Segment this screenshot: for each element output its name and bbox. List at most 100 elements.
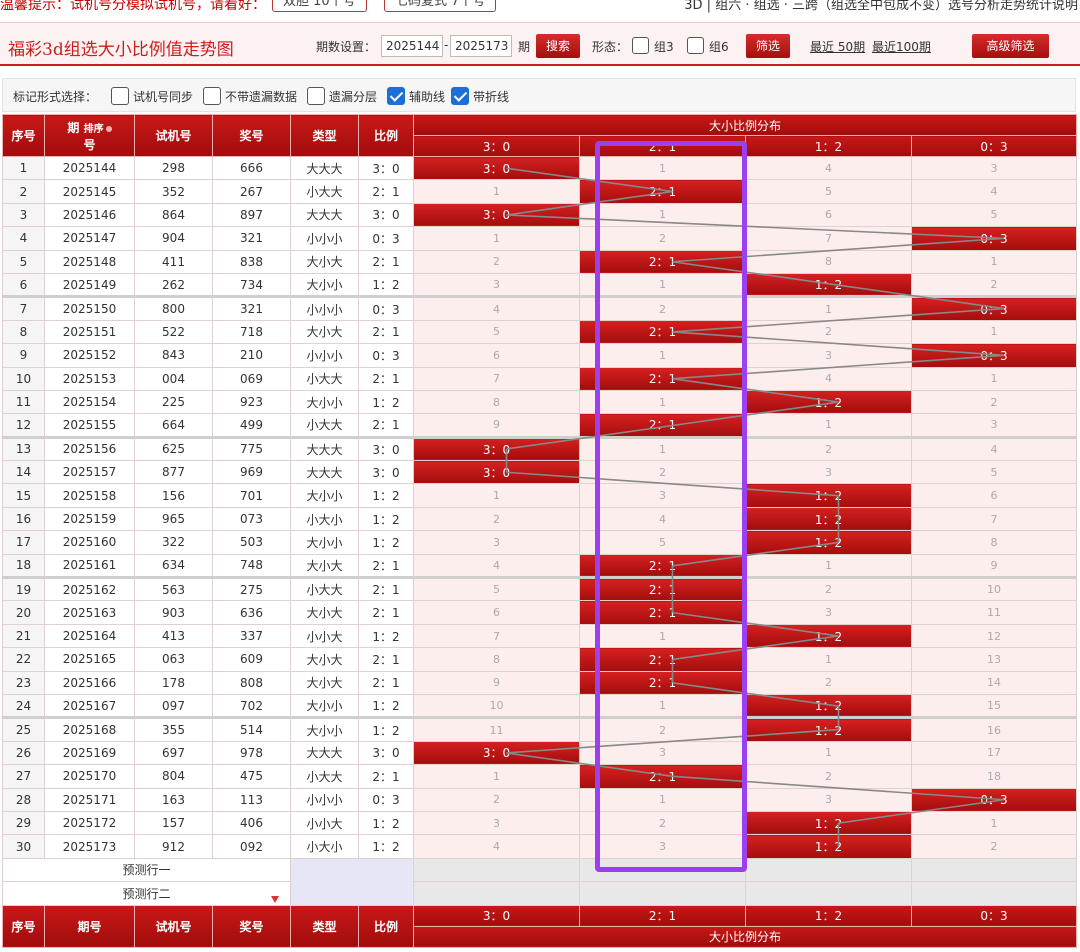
table-row: 8 2025151 522 718 大小大 2：1 5 2：1 2 1 xyxy=(2,319,1078,345)
row-trial-number: 697 xyxy=(134,740,213,766)
dist-omission-cell: 5 xyxy=(745,179,912,204)
dist-omission-cell: 1 xyxy=(910,810,1078,836)
option-omission-layer[interactable]: 遗漏分层 xyxy=(307,87,377,105)
dist-omission-cell: 4 xyxy=(413,834,580,859)
row-trial-number: 912 xyxy=(134,834,213,859)
table-row: 30 2025173 912 092 小大小 1：2 4 3 1：2 2 xyxy=(2,834,1078,859)
g3-checkbox[interactable] xyxy=(632,37,649,54)
row-trial-number: 664 xyxy=(134,413,213,438)
row-type: 小大大 xyxy=(290,179,359,204)
pred-cell[interactable] xyxy=(745,881,912,906)
col-header-period[interactable]: 期 排序号 xyxy=(44,114,135,157)
option-trial-sync[interactable]: 试机号同步 xyxy=(111,87,193,105)
table-row: 24 2025167 097 702 大小小 1：2 10 1 1：2 15 xyxy=(2,693,1078,719)
pred-cell[interactable] xyxy=(910,881,1078,906)
row-trial-number: 352 xyxy=(134,179,213,204)
pred-cell[interactable] xyxy=(910,857,1078,883)
row-index: 13 xyxy=(2,435,45,462)
row-period: 2025161 xyxy=(44,553,135,579)
dist-omission-cell: 1 xyxy=(579,389,746,415)
period-to-input[interactable]: 2025173 xyxy=(450,35,512,57)
seven-code-button[interactable]: 七码复式 7个号 xyxy=(384,0,497,12)
checkbox-checked-icon[interactable] xyxy=(451,87,469,105)
g6-checkbox[interactable] xyxy=(687,37,704,54)
row-ratio: 1：2 xyxy=(358,272,414,298)
dist-hit-cell: 2：1 xyxy=(579,413,746,438)
table-row: 20 2025163 903 636 大小大 2：1 6 2：1 3 11 xyxy=(2,600,1078,625)
row-index: 18 xyxy=(2,553,45,579)
recent-100-link[interactable]: 最近100期 xyxy=(872,38,931,55)
row-prize-number: 073 xyxy=(212,506,291,532)
row-trial-number: 262 xyxy=(134,272,213,298)
row-type: 大小大 xyxy=(290,647,359,672)
dist-omission-cell: 5 xyxy=(413,319,580,345)
dist-omission-cell: 3 xyxy=(413,272,580,298)
checkbox-icon[interactable] xyxy=(307,87,325,105)
dist-hit-cell: 1：2 xyxy=(745,716,912,742)
dist-hit-cell: 1：2 xyxy=(745,272,912,298)
row-prize-number: 514 xyxy=(212,716,291,742)
filter-button[interactable]: 筛选 xyxy=(746,34,790,58)
dist-hit-cell: 2：1 xyxy=(579,179,746,204)
prediction-row-1[interactable]: 预测行一 xyxy=(2,857,291,883)
pred-cell[interactable] xyxy=(413,857,580,883)
search-button[interactable]: 搜索 xyxy=(536,34,580,58)
footer-index: 序号 xyxy=(2,904,45,948)
row-period: 2025165 xyxy=(44,647,135,672)
top-strip: 温馨提示：试机号分模拟试机号，请看好： 双胆 10个号 七码复式 7个号 3D … xyxy=(0,0,1080,14)
pred-cell[interactable] xyxy=(745,857,912,883)
dist-omission-cell: 6 xyxy=(413,343,580,368)
row-prize-number: 503 xyxy=(212,530,291,555)
checkbox-checked-icon[interactable] xyxy=(387,87,405,105)
dist-hit-cell: 2：1 xyxy=(579,600,746,625)
table-row: 18 2025161 634 748 大小大 2：1 4 2：1 1 9 xyxy=(2,553,1078,579)
advanced-filter-button[interactable]: 高级筛选 xyxy=(972,34,1049,58)
row-trial-number: 804 xyxy=(134,764,213,789)
row-ratio: 2：1 xyxy=(358,576,414,602)
row-period: 2025168 xyxy=(44,716,135,742)
double-dan-button[interactable]: 双胆 10个号 xyxy=(272,0,367,12)
pred-cell[interactable] xyxy=(579,881,746,906)
dist-omission-cell: 2 xyxy=(579,810,746,836)
dist-hit-cell: 2：1 xyxy=(579,366,746,391)
dist-omission-cell: 13 xyxy=(910,647,1078,672)
row-period: 2025153 xyxy=(44,366,135,391)
row-index: 8 xyxy=(2,319,45,345)
top-right-links[interactable]: 3D | 组六 · 组选 · 三跨（组选全中包成不变）选号分析走势统计说明 xyxy=(684,0,1078,13)
trend-table: 序号 期 排序号 试机号 奖号 类型 比例 大小比例分布 3：0 2：1 1：2… xyxy=(2,114,1078,948)
option-aux-line[interactable]: 辅助线 xyxy=(387,87,445,105)
row-trial-number: 800 xyxy=(134,295,213,321)
checkbox-icon[interactable] xyxy=(203,87,221,105)
dist-omission-cell: 7 xyxy=(413,623,580,649)
pred-cell[interactable] xyxy=(579,857,746,883)
row-ratio: 2：1 xyxy=(358,670,414,695)
row-type: 小小小 xyxy=(290,295,359,321)
option-no-omission[interactable]: 不带遗漏数据 xyxy=(203,87,297,105)
row-trial-number: 097 xyxy=(134,693,213,719)
option-polyline[interactable]: 带折线 xyxy=(451,87,509,105)
pred-cell[interactable] xyxy=(413,881,580,906)
dist-omission-cell: 12 xyxy=(910,623,1078,649)
checkbox-icon[interactable] xyxy=(111,87,129,105)
dist-omission-cell: 6 xyxy=(745,202,912,228)
row-period: 2025170 xyxy=(44,764,135,789)
dist-omission-cell: 1 xyxy=(413,764,580,789)
row-index: 21 xyxy=(2,623,45,649)
g3-label: 组3 xyxy=(654,40,674,54)
row-trial-number: 625 xyxy=(134,435,213,462)
g6-label: 组6 xyxy=(709,40,729,54)
row-type: 大小大 xyxy=(290,249,359,274)
row-prize-number: 701 xyxy=(212,483,291,508)
row-ratio: 2：1 xyxy=(358,553,414,579)
row-prize-number: 636 xyxy=(212,600,291,625)
row-trial-number: 877 xyxy=(134,460,213,485)
recent-50-link[interactable]: 最近 50期 xyxy=(810,38,865,55)
sort-icon[interactable] xyxy=(105,125,112,132)
arrow-down-icon[interactable] xyxy=(271,896,279,903)
prediction-row-2[interactable]: 预测行二 xyxy=(2,881,291,906)
row-period: 2025171 xyxy=(44,787,135,812)
row-period: 2025163 xyxy=(44,600,135,625)
period-from-input[interactable]: 2025144 xyxy=(381,35,443,57)
col-header-21: 2：1 xyxy=(579,135,746,157)
row-period: 2025164 xyxy=(44,623,135,649)
